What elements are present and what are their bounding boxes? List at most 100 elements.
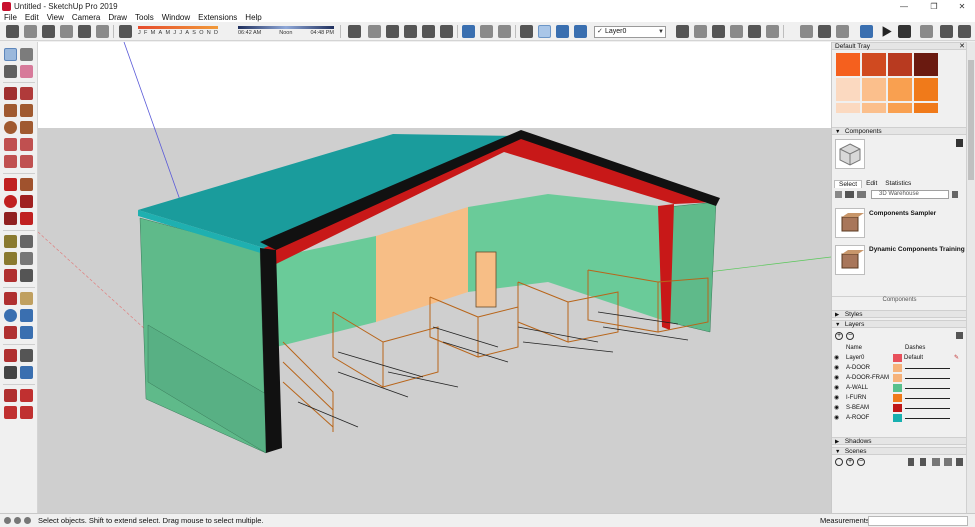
- previous-view-icon[interactable]: [20, 326, 33, 339]
- layer-dash-line[interactable]: [905, 408, 950, 409]
- model-viewport[interactable]: [38, 42, 831, 513]
- layer-dash-line[interactable]: [905, 378, 950, 379]
- layer-row[interactable]: ◉ A-DOOR-FRAM: [832, 373, 967, 383]
- eye-icon[interactable]: ◉: [834, 363, 839, 373]
- nav-menu-icon[interactable]: [857, 191, 866, 198]
- pie-icon[interactable]: [20, 155, 33, 168]
- make-component-icon[interactable]: [20, 48, 33, 61]
- back-view-icon[interactable]: [96, 25, 109, 38]
- layer-color[interactable]: [893, 404, 902, 412]
- menu-tools[interactable]: Tools: [131, 13, 158, 22]
- photo-texture-icon[interactable]: [574, 25, 587, 38]
- xray-icon[interactable]: [348, 25, 361, 38]
- layer-row[interactable]: ◉ A-ROOF: [832, 413, 967, 423]
- layer-color[interactable]: [893, 384, 902, 392]
- add-location-icon[interactable]: [538, 25, 551, 38]
- user-icon[interactable]: [24, 517, 31, 524]
- fog-icon[interactable]: [480, 25, 493, 38]
- walk-icon[interactable]: [4, 366, 17, 379]
- component-search-input[interactable]: 3D Warehouse: [871, 190, 949, 199]
- material-swatch[interactable]: [836, 103, 860, 113]
- shaded-icon[interactable]: [404, 25, 417, 38]
- top-view-icon[interactable]: [42, 25, 55, 38]
- iso-view-icon[interactable]: [24, 25, 37, 38]
- material-swatch[interactable]: [862, 103, 886, 113]
- play-icon[interactable]: [882, 26, 892, 37]
- share-model-icon[interactable]: [712, 25, 725, 38]
- circle-icon[interactable]: [4, 121, 17, 134]
- material-swatch[interactable]: [914, 103, 938, 113]
- arc-icon[interactable]: [4, 138, 17, 151]
- menu-draw[interactable]: Draw: [104, 13, 131, 22]
- tape-measure-icon[interactable]: [4, 235, 17, 248]
- shadows-toggle-icon[interactable]: [119, 25, 132, 38]
- hidden-line-icon[interactable]: [386, 25, 399, 38]
- scale-icon[interactable]: [4, 212, 17, 225]
- select-tool-icon[interactable]: [4, 48, 17, 61]
- show-details-icon[interactable]: [944, 458, 952, 466]
- next-scene-icon[interactable]: [940, 25, 953, 38]
- components-panel-header[interactable]: ▼ Components: [832, 127, 967, 135]
- search-icon[interactable]: [952, 191, 958, 198]
- orbit-tool-icon[interactable]: [4, 292, 17, 305]
- orbit-icon[interactable]: [520, 25, 533, 38]
- get-models-icon[interactable]: [6, 25, 19, 38]
- layout-icon[interactable]: [748, 25, 761, 38]
- wireframe-icon[interactable]: [368, 25, 381, 38]
- styles-panel-header[interactable]: ▶ Styles: [832, 310, 967, 318]
- add-layer-button[interactable]: +: [835, 332, 843, 340]
- polygon-icon[interactable]: [20, 121, 33, 134]
- shadow-date-slider[interactable]: J F M A M J J A S O N D: [138, 26, 218, 37]
- scenes-panel-header[interactable]: ▼ Scenes: [832, 447, 967, 455]
- extension-tool-icon[interactable]: [4, 406, 17, 419]
- geolocation-icon[interactable]: [4, 517, 11, 524]
- tray-scrollbar[interactable]: [966, 42, 975, 513]
- layer-dash-line[interactable]: [905, 398, 950, 399]
- material-swatch[interactable]: [862, 53, 886, 76]
- menu-view[interactable]: View: [43, 13, 68, 22]
- sandbox-icon[interactable]: [800, 25, 813, 38]
- terrain-icon[interactable]: [556, 25, 569, 38]
- freehand-icon[interactable]: [20, 87, 33, 100]
- right-view-icon[interactable]: [78, 25, 91, 38]
- shadows-panel-header[interactable]: ▶ Shadows: [832, 437, 967, 445]
- layer-color[interactable]: [893, 364, 902, 372]
- close-icon[interactable]: ✕: [959, 43, 965, 50]
- layer-row[interactable]: ◉ A-DOOR: [832, 363, 967, 373]
- nav-back-icon[interactable]: [835, 191, 842, 198]
- section-plane-icon[interactable]: [20, 366, 33, 379]
- stop-icon[interactable]: [898, 25, 911, 38]
- text-tool-icon[interactable]: [20, 252, 33, 265]
- monochrome-icon[interactable]: [440, 25, 453, 38]
- home-icon[interactable]: [845, 191, 854, 198]
- layer-row[interactable]: ◉ Layer0 Default ✎: [832, 353, 967, 363]
- layer-dropdown[interactable]: ✓ Layer0 ▼: [594, 26, 666, 38]
- material-swatch[interactable]: [888, 78, 912, 101]
- style-icon[interactable]: [766, 25, 779, 38]
- warehouse-tool-icon[interactable]: [4, 389, 17, 402]
- zoom-window-icon[interactable]: [20, 309, 33, 322]
- dc-training-thumb[interactable]: [835, 245, 865, 275]
- remove-layer-button[interactable]: −: [846, 332, 854, 340]
- minimize-button[interactable]: —: [890, 0, 918, 12]
- protractor-icon[interactable]: [4, 252, 17, 265]
- previous-scene-icon[interactable]: [920, 25, 933, 38]
- layer-color[interactable]: [893, 374, 902, 382]
- menu-help[interactable]: Help: [241, 13, 265, 22]
- push-pull-icon[interactable]: [20, 178, 33, 191]
- material-swatch[interactable]: [888, 103, 912, 113]
- section-icon[interactable]: [498, 25, 511, 38]
- line-tool-icon[interactable]: [4, 87, 17, 100]
- tab-statistics[interactable]: Statistics: [881, 180, 915, 188]
- smoove-icon[interactable]: [836, 25, 849, 38]
- material-swatch[interactable]: [914, 53, 938, 76]
- scene-down-icon[interactable]: [920, 458, 926, 466]
- layout-tool-icon[interactable]: [20, 406, 33, 419]
- two-point-arc-icon[interactable]: [20, 138, 33, 151]
- 3d-text-icon[interactable]: [20, 269, 33, 282]
- layer-dash-line[interactable]: [905, 418, 950, 419]
- rotated-rectangle-icon[interactable]: [20, 104, 33, 117]
- view-options-icon[interactable]: [932, 458, 940, 466]
- paint-bucket-icon[interactable]: [4, 65, 17, 78]
- pan-icon[interactable]: [20, 292, 33, 305]
